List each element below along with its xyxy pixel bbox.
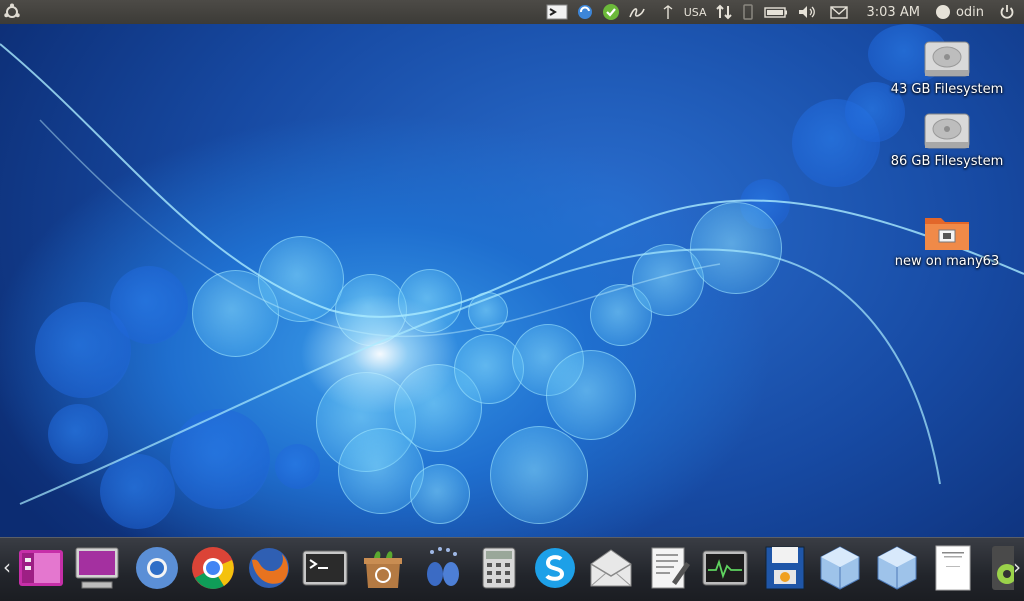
- script-icon: [628, 8, 645, 18]
- desktop-icon-filesystem-43[interactable]: 43 GB Filesystem: [882, 38, 1012, 97]
- dock-item-text-editor[interactable]: [644, 544, 694, 592]
- network-folder-icon: [921, 210, 973, 254]
- dock-scroll-right-button[interactable]: ›: [1010, 554, 1024, 580]
- skype-icon: [535, 548, 575, 588]
- battery-indicator[interactable]: [763, 0, 789, 24]
- dock-item-system-monitor[interactable]: [700, 544, 750, 592]
- dock-item-mail[interactable]: [586, 544, 636, 592]
- ubuntu-logo-icon[interactable]: [3, 3, 21, 21]
- firefox-icon: [249, 548, 289, 588]
- dock-scroll-left-button[interactable]: ‹: [0, 554, 14, 580]
- dock-item-calculator[interactable]: [474, 544, 524, 592]
- workspace-switcher-icon: [19, 550, 63, 586]
- calculator-icon: [482, 547, 516, 589]
- document-icon: [935, 545, 971, 591]
- text-editor-icon: [651, 547, 690, 589]
- antenna-indicator[interactable]: [660, 0, 676, 24]
- user-indicator[interactable]: odin: [934, 0, 984, 24]
- battery-icon: [763, 7, 787, 18]
- messaging-indicator[interactable]: [829, 0, 849, 24]
- terminal-icon: [302, 550, 348, 586]
- mail-icon: [590, 549, 632, 587]
- dock-item-chromium[interactable]: [132, 544, 182, 592]
- computer-icon: [75, 547, 119, 589]
- virtualbox-icon: [820, 546, 860, 590]
- dock-item-software-center[interactable]: [358, 544, 408, 592]
- dock-item-pidgin[interactable]: [418, 544, 468, 592]
- sync-indicator[interactable]: [576, 0, 594, 24]
- device-indicator[interactable]: [741, 0, 755, 24]
- dock-item-terminal[interactable]: [300, 544, 350, 592]
- light-streaks: [0, 43, 1024, 505]
- harddisk-icon: [921, 110, 973, 154]
- software-center-icon: [364, 551, 402, 588]
- session-indicator[interactable]: [998, 0, 1016, 24]
- envelope-icon: [829, 6, 848, 19]
- dock-item-backup[interactable]: [760, 544, 810, 592]
- clock-label: 3:03 AM: [866, 4, 920, 20]
- dock-item-virtualbox-1[interactable]: [815, 544, 865, 592]
- desktop-wallpaper: [0, 24, 1024, 600]
- user-name-label: odin: [955, 4, 984, 20]
- pidgin-icon: [427, 547, 459, 586]
- dock: ‹ ›: [0, 537, 1024, 601]
- keyboard-layout-label: USA: [683, 5, 707, 19]
- power-icon: [1000, 5, 1014, 19]
- top-panel: USA 3:03 AM odin: [0, 0, 1024, 24]
- dock-item-skype[interactable]: [530, 544, 580, 592]
- dock-item-chrome[interactable]: [188, 544, 238, 592]
- desktop-icon-label: 86 GB Filesystem: [890, 154, 1004, 169]
- clock-indicator[interactable]: 3:03 AM: [867, 0, 920, 24]
- desktop-icon-network-share[interactable]: new on many63: [882, 210, 1012, 269]
- desktop-icon-label: new on many63: [894, 254, 1000, 269]
- chrome-icon: [192, 547, 234, 589]
- script-indicator[interactable]: [628, 0, 652, 24]
- volume-indicator[interactable]: [797, 0, 817, 24]
- dock-item-workspaces[interactable]: [16, 544, 66, 592]
- keyboard-layout-indicator[interactable]: USA: [684, 0, 707, 24]
- sync-icon: [577, 5, 592, 19]
- network-arrows-icon: [715, 4, 732, 20]
- user-status-icon: [935, 5, 950, 19]
- checkmark-icon: [602, 4, 619, 20]
- speaker-icon: [798, 6, 815, 18]
- dock-item-document[interactable]: [928, 544, 978, 592]
- phone-icon: [742, 4, 753, 20]
- diskette-icon: [765, 546, 805, 590]
- dock-item-virtualbox-2[interactable]: [872, 544, 922, 592]
- virtualbox-icon: [877, 546, 917, 590]
- antenna-icon: [663, 5, 673, 19]
- indicator-area: USA 3:03 AM odin: [542, 0, 1024, 24]
- harddisk-icon: [921, 38, 973, 82]
- chromium-icon: [136, 547, 178, 589]
- dropbox-indicator[interactable]: [546, 0, 568, 24]
- desktop-icon-filesystem-86[interactable]: 86 GB Filesystem: [882, 110, 1012, 169]
- dock-item-computer[interactable]: [72, 544, 122, 592]
- dock-item-firefox[interactable]: [244, 544, 294, 592]
- update-indicator[interactable]: [602, 0, 620, 24]
- system-monitor-icon: [702, 550, 748, 586]
- terminal-indicator-icon: [546, 4, 568, 20]
- network-indicator[interactable]: [715, 0, 733, 24]
- desktop-icon-label: 43 GB Filesystem: [890, 82, 1004, 97]
